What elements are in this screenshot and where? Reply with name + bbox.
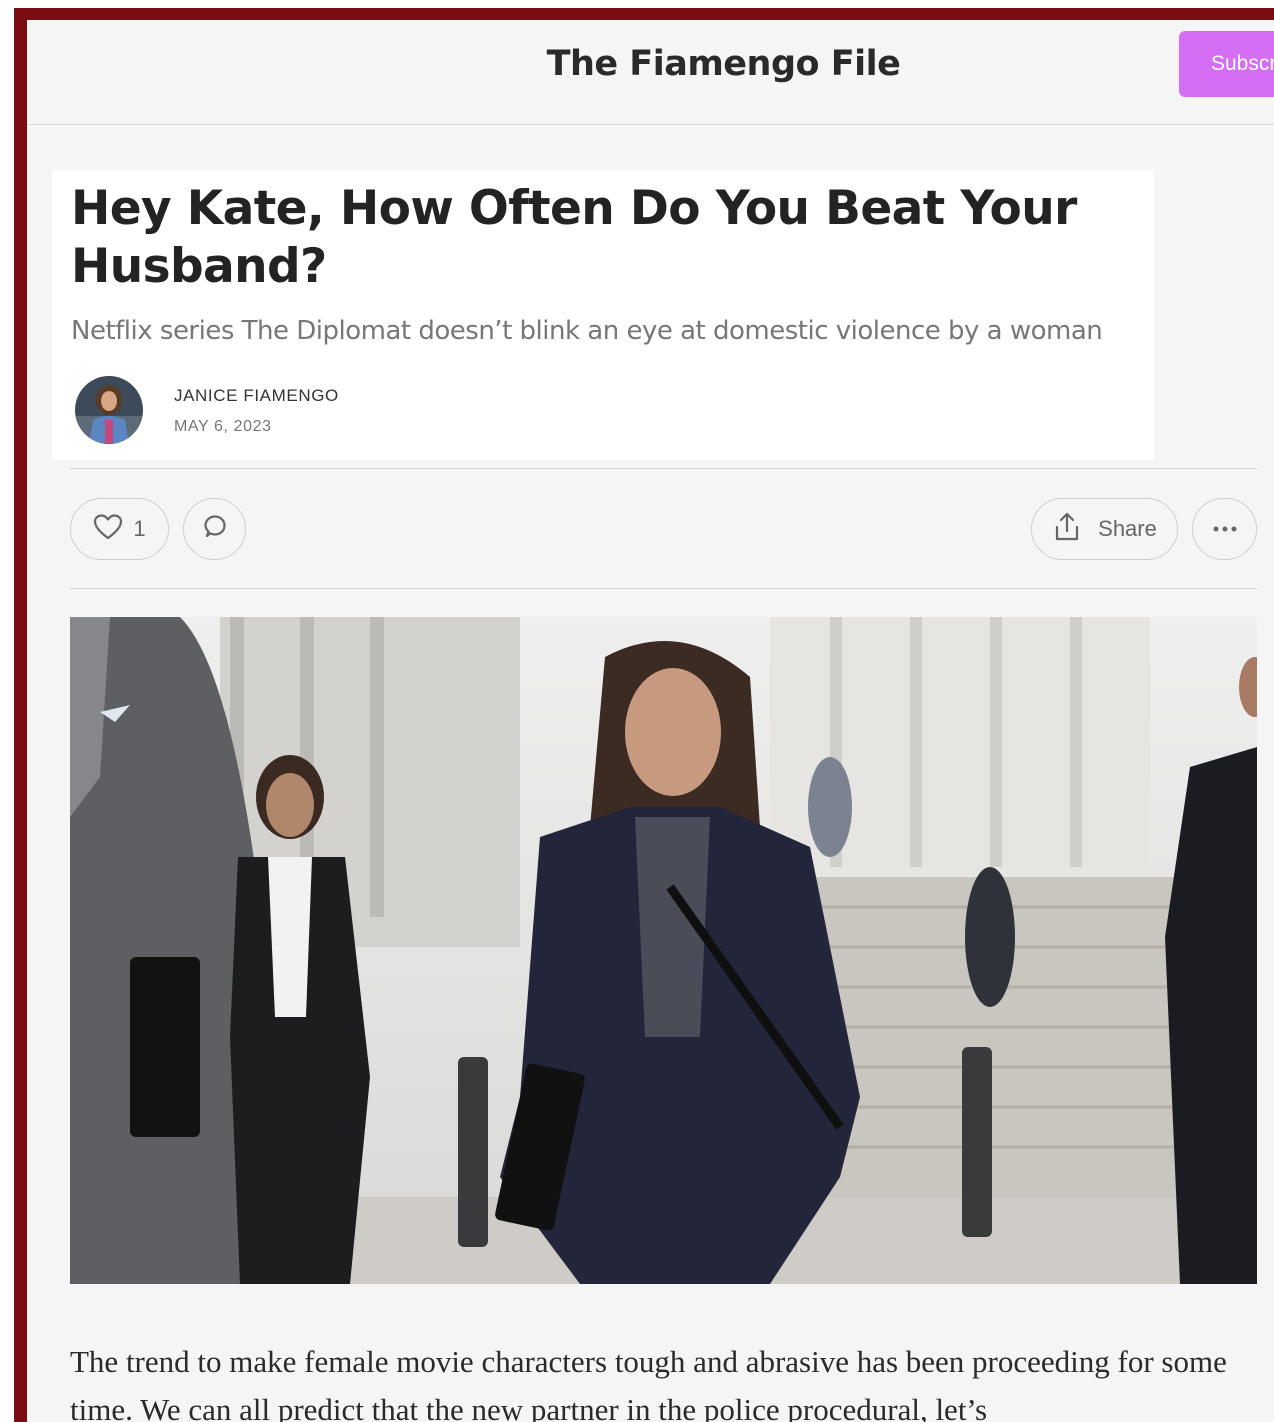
hero-image[interactable] bbox=[70, 617, 1257, 1284]
share-label: Share bbox=[1098, 516, 1157, 541]
more-icon bbox=[1211, 520, 1239, 538]
subscribe-button[interactable]: Subscribe bbox=[1179, 31, 1274, 97]
author-name[interactable]: JANICE FIAMENGO bbox=[174, 386, 339, 406]
post-subtitle: Netflix series The Diplomat doesn’t blin… bbox=[71, 316, 1103, 346]
post-header: Hey Kate, How Often Do You Beat Your Hus… bbox=[52, 170, 1154, 460]
divider-top bbox=[70, 468, 1257, 469]
browser-frame: The Fiamengo File Subscribe Hey Kate, Ho… bbox=[0, 0, 1274, 1422]
share-button[interactable]: Share bbox=[1031, 498, 1178, 560]
site-title[interactable]: The Fiamengo File bbox=[27, 44, 1274, 84]
post-date: MAY 6, 2023 bbox=[174, 418, 272, 435]
post-page: The Fiamengo File Subscribe Hey Kate, Ho… bbox=[27, 20, 1274, 1422]
site-header: The Fiamengo File Subscribe bbox=[27, 20, 1274, 125]
frame-border-left bbox=[14, 8, 27, 1422]
more-options-button[interactable] bbox=[1192, 498, 1257, 560]
body-paragraph: The trend to make female movie character… bbox=[70, 1344, 1227, 1422]
comment-icon bbox=[200, 512, 230, 547]
frame-border-top bbox=[14, 8, 1274, 20]
heart-icon bbox=[93, 513, 123, 546]
share-icon bbox=[1052, 511, 1082, 548]
author-avatar[interactable] bbox=[75, 376, 143, 444]
post-title: Hey Kate, How Often Do You Beat Your Hus… bbox=[71, 181, 1077, 294]
like-button[interactable]: 1 bbox=[70, 498, 169, 560]
like-count: 1 bbox=[133, 516, 146, 541]
comment-button[interactable] bbox=[183, 498, 246, 560]
divider-bottom bbox=[70, 588, 1257, 589]
